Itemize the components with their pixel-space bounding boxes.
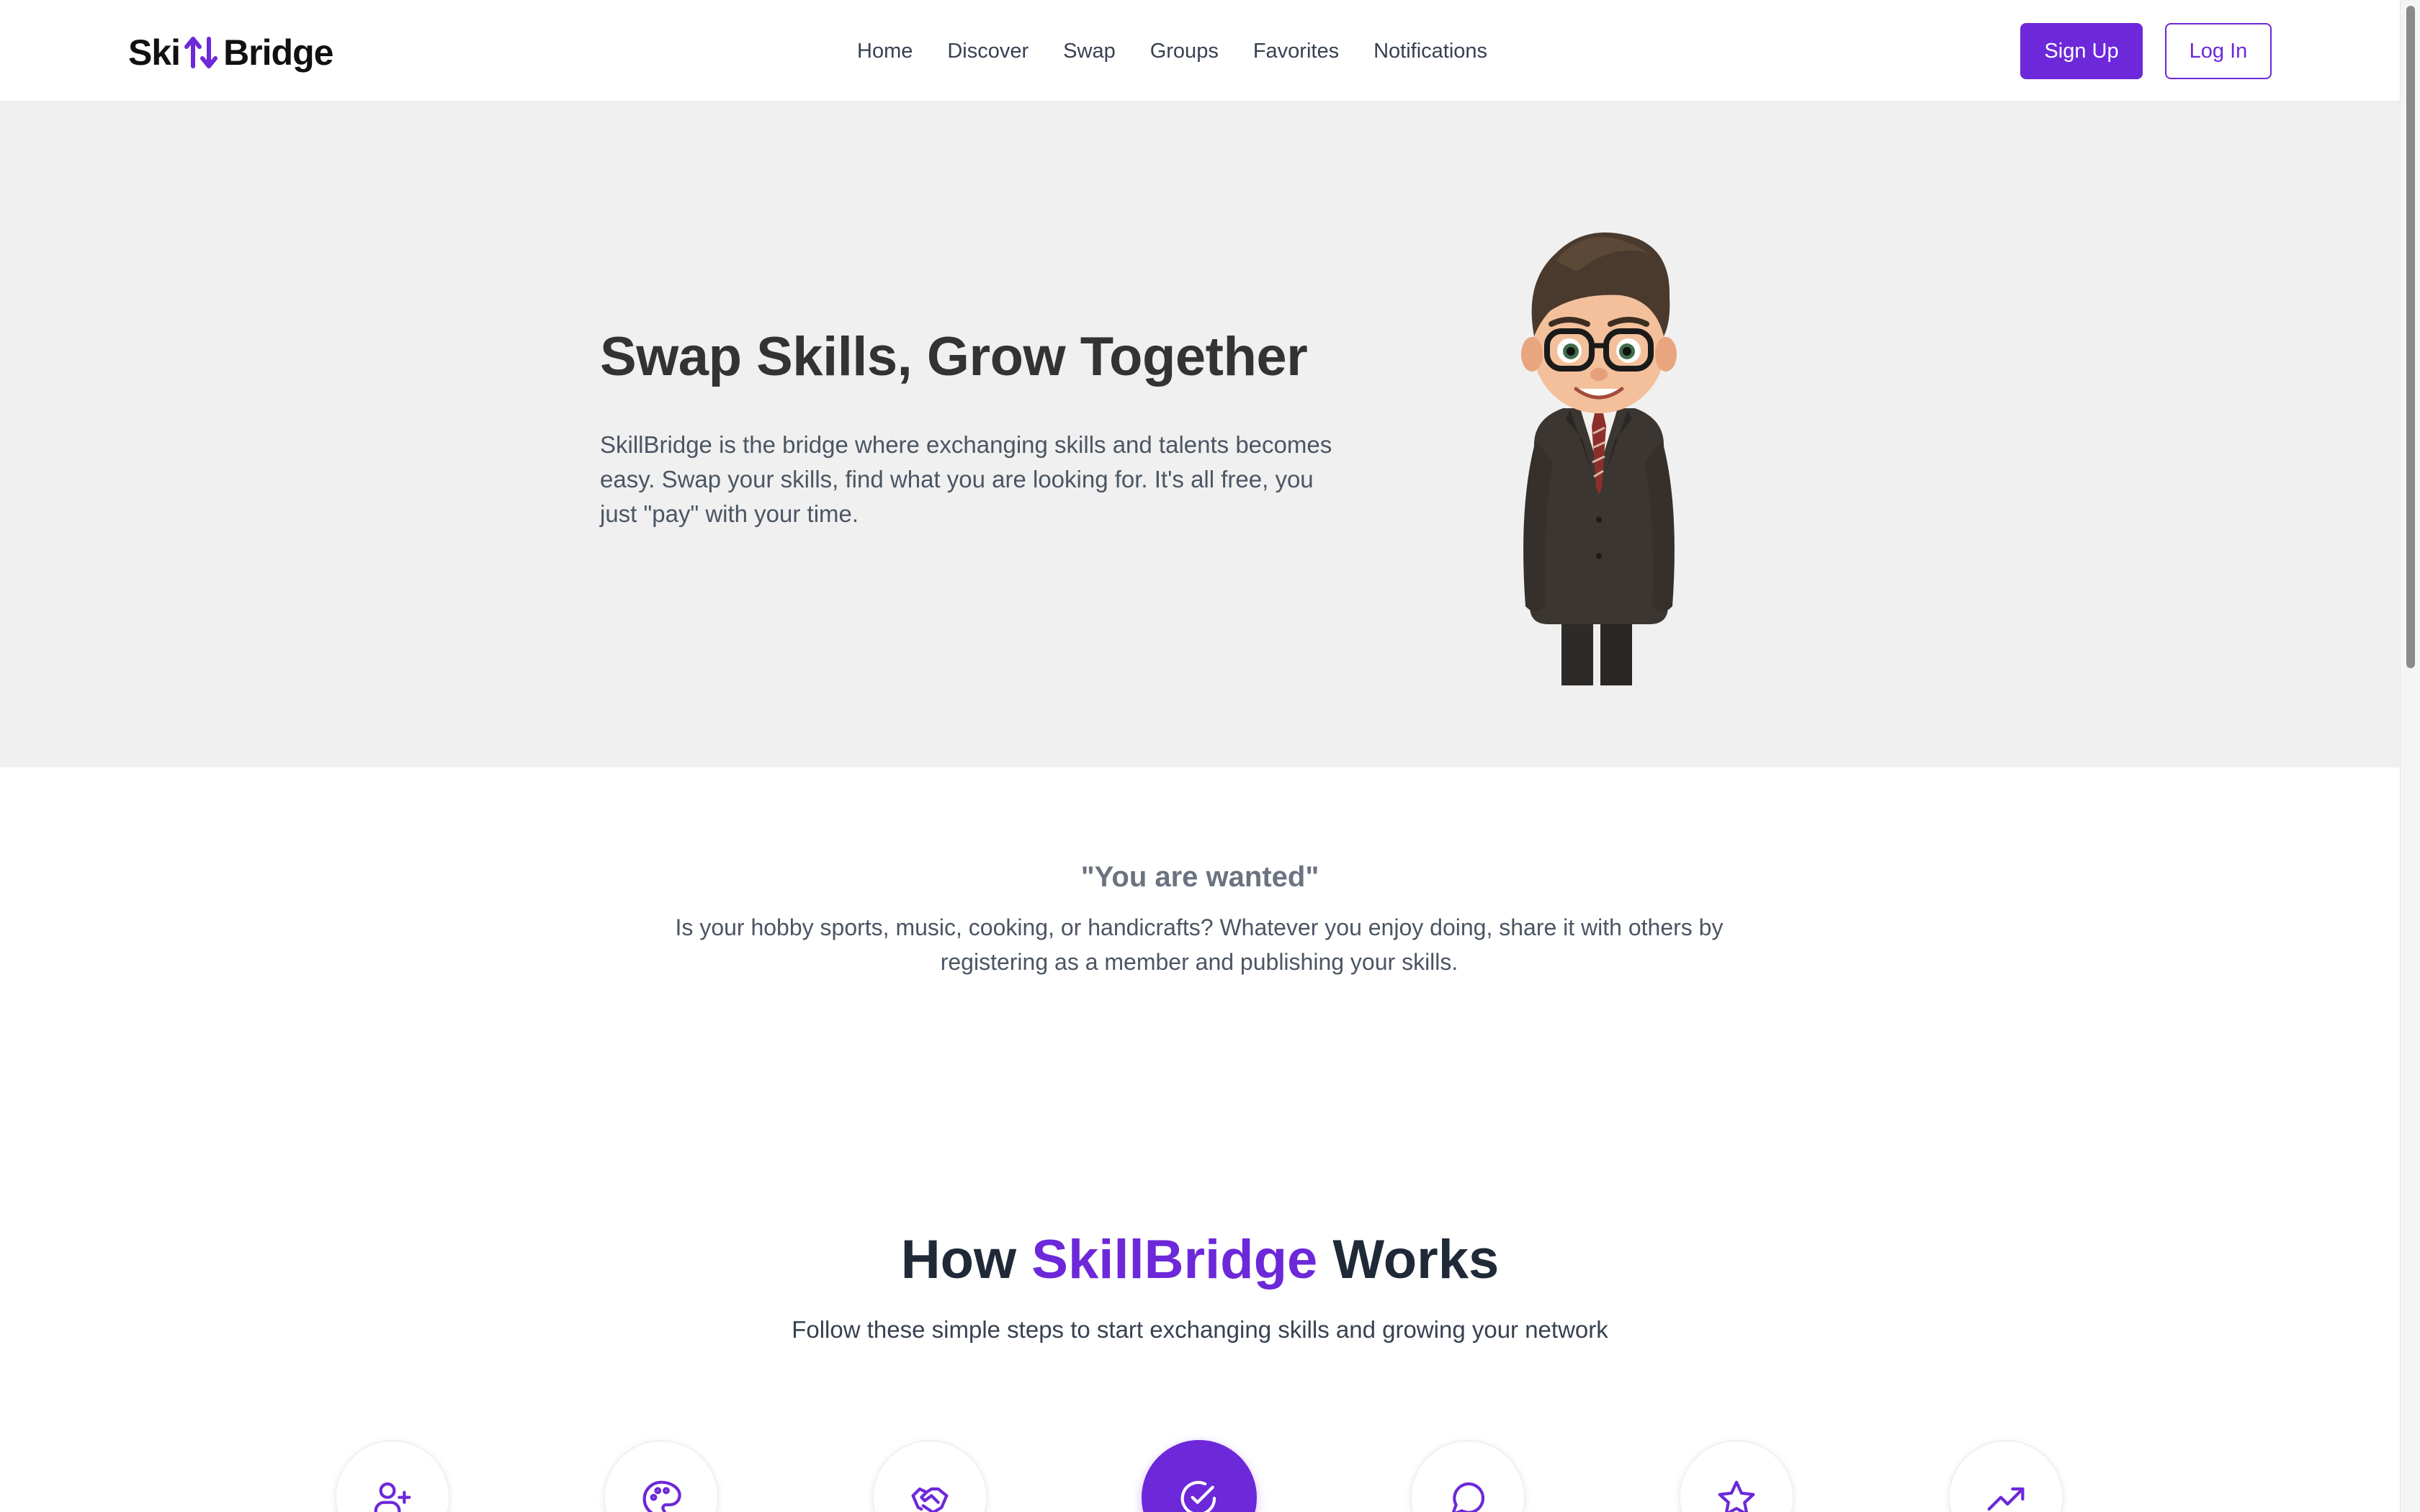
scrollbar-thumb[interactable] bbox=[2406, 6, 2415, 668]
brand-name-right: Bridge bbox=[223, 32, 333, 73]
how-title-suffix: Works bbox=[1317, 1229, 1500, 1290]
how-title-accent: SkillBridge bbox=[1031, 1229, 1318, 1290]
user-plus-icon bbox=[374, 1482, 411, 1512]
top-navbar: Ski Bridge Home Discover Swap Groups Fav… bbox=[0, 0, 2400, 102]
hero-section: Swap Skills, Grow Together SkillBridge i… bbox=[0, 102, 2400, 768]
nav-swap[interactable]: Swap bbox=[1063, 36, 1116, 66]
login-button[interactable]: Log In bbox=[2165, 23, 2272, 79]
message-circle-icon bbox=[1451, 1482, 1485, 1512]
palette-icon bbox=[642, 1480, 681, 1512]
step-publish-skills[interactable] bbox=[604, 1440, 719, 1512]
wanted-title: "You are wanted" bbox=[1080, 861, 1319, 893]
hero-description: SkillBridge is the bridge where exchangi… bbox=[600, 431, 1332, 527]
step-register[interactable] bbox=[335, 1440, 450, 1512]
how-title-prefix: How bbox=[900, 1229, 1032, 1290]
nav-notifications[interactable]: Notifications bbox=[1373, 36, 1487, 66]
step-chat[interactable] bbox=[1410, 1440, 1525, 1512]
brand-name-left: Ski bbox=[128, 32, 181, 73]
step-grow[interactable] bbox=[1948, 1440, 2063, 1512]
main-nav: Home Discover Swap Groups Favorites Noti… bbox=[857, 36, 1522, 66]
how-it-works-title: How SkillBridge Works bbox=[0, 1228, 2400, 1291]
step-confirm[interactable] bbox=[1142, 1440, 1257, 1512]
hero-title: Swap Skills, Grow Together bbox=[600, 326, 1308, 387]
how-it-works-subtitle: Follow these simple steps to start excha… bbox=[792, 1316, 1608, 1343]
page-scrollbar[interactable] bbox=[2400, 0, 2420, 1512]
wanted-description: Is your hobby sports, music, cooking, or… bbox=[675, 914, 1724, 975]
nav-home[interactable]: Home bbox=[857, 36, 913, 66]
signup-button[interactable]: Sign Up bbox=[2020, 23, 2143, 79]
nav-discover[interactable]: Discover bbox=[947, 36, 1028, 66]
swap-arrows-icon bbox=[184, 37, 218, 68]
nav-groups[interactable]: Groups bbox=[1150, 36, 1219, 66]
step-review[interactable] bbox=[1679, 1440, 1794, 1512]
steps-row bbox=[0, 1440, 2400, 1512]
businessman-character-illustration bbox=[1521, 232, 1677, 685]
nav-favorites[interactable]: Favorites bbox=[1253, 36, 1339, 66]
brand-logo[interactable]: Ski Bridge bbox=[128, 30, 333, 75]
handshake-icon bbox=[911, 1487, 949, 1512]
trending-up-icon bbox=[1987, 1487, 2025, 1511]
check-circle-icon bbox=[1180, 1480, 1216, 1512]
star-icon bbox=[1718, 1480, 1755, 1512]
step-match[interactable] bbox=[872, 1440, 987, 1512]
